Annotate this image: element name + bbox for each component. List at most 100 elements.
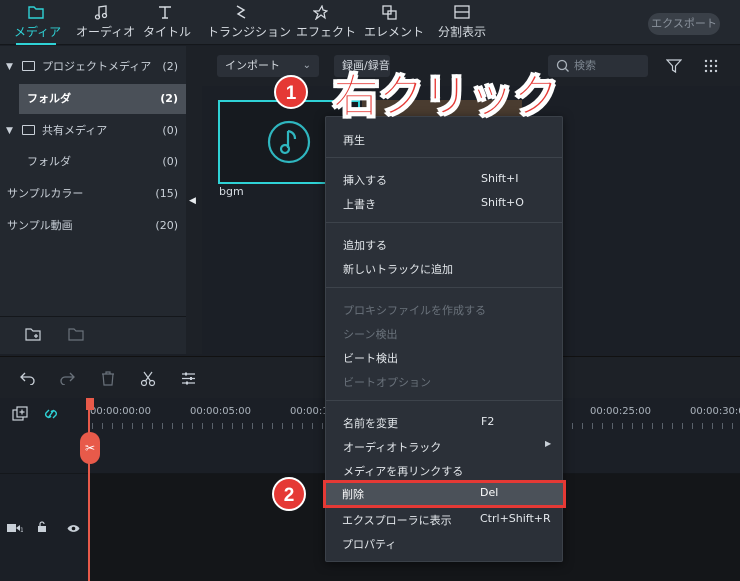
element-icon: [364, 0, 414, 22]
sidebar-footer: [0, 316, 186, 354]
split-screen-icon: [435, 0, 489, 22]
scissors-icon[interactable]: [140, 371, 156, 390]
tab-media[interactable]: メディア: [14, 0, 62, 45]
import-label: インポート: [225, 59, 280, 72]
track-header: 1: [0, 474, 88, 581]
tab-label: タイトル: [143, 25, 192, 39]
step-badge-1: 1: [274, 75, 308, 109]
menu-item-insert[interactable]: 挿入する: [343, 172, 387, 188]
sidebar-item-folder[interactable]: フォルダ (2): [19, 84, 186, 114]
sidebar-item-sample-color[interactable]: サンプルカラー (15): [0, 179, 186, 209]
menu-item-add-new-track[interactable]: 新しいトラックに追加: [343, 261, 453, 277]
submenu-arrow-icon: ▶: [545, 439, 552, 448]
menu-separator: [326, 157, 562, 158]
sidebar-item-label: 共有メディア: [42, 124, 108, 137]
adjust-sliders-icon[interactable]: [181, 371, 196, 389]
item-count: (2): [160, 92, 178, 105]
media-library-sidebar: ▼ プロジェクトメディア (2) フォルダ (2) ▼ 共有メディア (0) フ…: [0, 46, 186, 354]
chevron-down-icon: ⌄: [302, 60, 311, 71]
menu-item-create-proxy: プロキシファイルを作成する: [343, 304, 486, 317]
menu-item-play[interactable]: 再生: [343, 132, 365, 148]
tab-audio[interactable]: オーディオ: [76, 0, 136, 45]
undo-icon[interactable]: [20, 371, 36, 388]
redo-icon[interactable]: [59, 371, 75, 388]
tab-element[interactable]: エレメント: [364, 0, 425, 45]
item-count: (0): [162, 155, 178, 168]
eye-icon[interactable]: [67, 522, 80, 536]
effect-star-icon: [296, 0, 344, 22]
menu-separator: [326, 287, 562, 288]
svg-text:1: 1: [20, 527, 23, 533]
tab-label: 分割表示: [437, 25, 486, 39]
item-count: (0): [162, 124, 178, 137]
add-track-icon[interactable]: [12, 406, 28, 425]
folder-icon: [22, 61, 35, 71]
annotation-right-click: 右クリック: [333, 69, 560, 124]
tab-label: メディア: [14, 25, 62, 39]
grid-view-icon[interactable]: [704, 59, 718, 76]
playhead-scissors-marker[interactable]: ✂: [80, 432, 100, 464]
menu-item-beat-detect[interactable]: ビート検出: [343, 350, 398, 366]
step-badge-2: 2: [272, 477, 306, 511]
expand-caret-icon[interactable]: ▼: [6, 52, 13, 82]
ruler-label: 00:00:00:00: [90, 406, 152, 417]
search-icon: [556, 59, 570, 76]
music-note-icon: [76, 0, 126, 22]
menu-item-beat-options: ビートオプション: [343, 376, 431, 389]
menu-item-show-in-explorer[interactable]: エクスプローラに表示: [342, 512, 452, 528]
sidebar-item-label: フォルダ: [27, 92, 71, 105]
menu-separator: [326, 400, 562, 401]
sidebar-item-label: サンプル動画: [7, 219, 73, 232]
ruler-label: 00:00:30:0: [690, 406, 740, 417]
menu-shortcut: F2: [481, 415, 495, 428]
sidebar-item-label: サンプルカラー: [7, 187, 84, 200]
menu-item-audio-track[interactable]: オーディオトラック: [343, 439, 441, 455]
import-dropdown[interactable]: インポート ⌄: [217, 55, 319, 77]
tab-label: エフェクト: [296, 25, 357, 39]
menu-shortcut: Del: [480, 486, 499, 499]
menu-item-overwrite[interactable]: 上書き: [343, 196, 376, 212]
video-track-icon: 1: [7, 522, 24, 536]
menu-item-delete-highlight[interactable]: 削除 Del: [323, 480, 566, 508]
menu-item-properties[interactable]: プロパティ: [342, 536, 396, 552]
menu-item-delete[interactable]: 削除: [342, 486, 364, 502]
sidebar-item-label: フォルダ: [27, 155, 71, 168]
folder-outline-icon[interactable]: [68, 327, 84, 344]
export-button[interactable]: エクスポート: [648, 13, 720, 35]
trash-icon[interactable]: [101, 371, 115, 389]
top-toolbar: メディア オーディオ タイトル トランジション エフェクト エレメント 分割表示…: [0, 0, 740, 45]
sidebar-item-shared-folder[interactable]: フォルダ (0): [0, 147, 186, 177]
ruler-label: 00:00:25:00: [590, 406, 652, 417]
item-count: (2): [162, 60, 178, 73]
menu-shortcut: Shift+O: [481, 196, 524, 209]
playhead-handle[interactable]: [86, 398, 94, 410]
tab-transition[interactable]: トランジション: [207, 0, 292, 45]
playhead-line[interactable]: [88, 398, 90, 581]
menu-separator: [326, 222, 562, 223]
tab-label: トランジション: [207, 25, 292, 39]
menu-item-append[interactable]: 追加する: [343, 237, 387, 253]
ruler-label: 00:00:1: [290, 406, 329, 417]
new-folder-icon[interactable]: [25, 327, 41, 344]
item-count: (20): [155, 219, 178, 232]
menu-shortcut: Ctrl+Shift+R: [480, 512, 551, 525]
tab-effect[interactable]: エフェクト: [296, 0, 357, 45]
collapse-arrow-icon[interactable]: ◀: [189, 196, 196, 206]
tab-title[interactable]: タイトル: [143, 0, 192, 45]
lock-icon[interactable]: [37, 521, 47, 536]
tab-label: エレメント: [364, 25, 425, 39]
filter-icon[interactable]: [665, 58, 683, 77]
link-icon[interactable]: [43, 405, 59, 426]
expand-caret-icon[interactable]: ▼: [6, 116, 13, 146]
item-count: (15): [155, 187, 178, 200]
ruler-label: 00:00:05:00: [190, 406, 252, 417]
sidebar-item-project-media[interactable]: ▼ プロジェクトメディア (2): [0, 52, 186, 82]
menu-item-rename[interactable]: 名前を変更: [343, 415, 398, 431]
tab-label: オーディオ: [76, 25, 136, 39]
tab-split-screen[interactable]: 分割表示: [435, 0, 489, 45]
menu-item-relink-media[interactable]: メディアを再リンクする: [343, 463, 463, 479]
sidebar-item-sample-video[interactable]: サンプル動画 (20): [0, 211, 186, 241]
menu-item-scene-detect: シーン検出: [343, 328, 398, 341]
sidebar-item-shared-media[interactable]: ▼ 共有メディア (0): [0, 116, 186, 146]
sidebar-item-label: プロジェクトメディア: [42, 60, 152, 73]
